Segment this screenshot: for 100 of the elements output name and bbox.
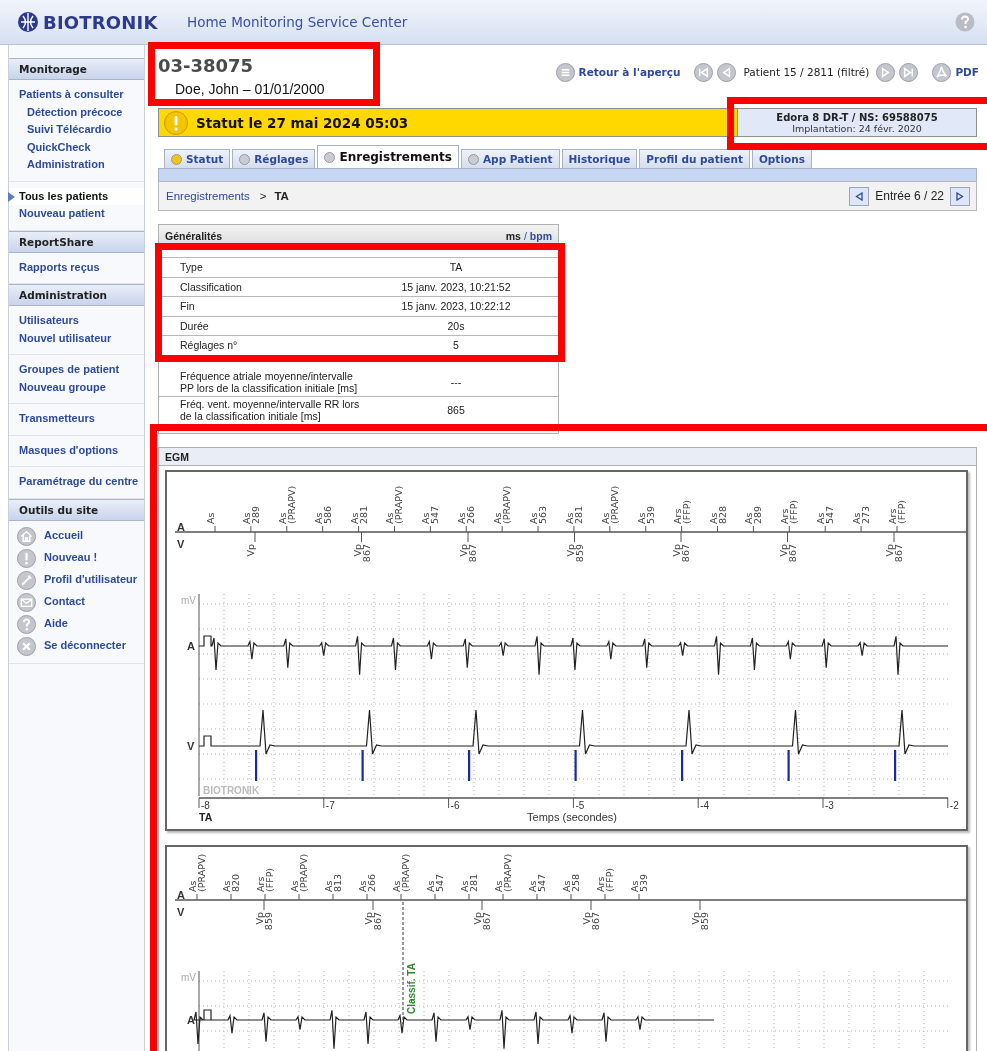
marker-label: As 258 (561, 873, 581, 892)
marker-label: As 547 (425, 873, 445, 892)
field-label: Fréquence atriale moyenne/intervalle PP lors de la classification initiale [ms] (180, 368, 359, 396)
marker-label: Ars (FFP) (887, 499, 907, 524)
previous-entry-button[interactable] (849, 186, 870, 206)
field-label: Durée (180, 318, 210, 333)
next-icon[interactable] (876, 62, 896, 82)
marker-label: As 539 (629, 873, 649, 892)
app-title: Home Monitoring Service Center (187, 14, 408, 30)
sidebar-link[interactable]: Nouveau ! (38, 549, 98, 567)
pencil-icon[interactable] (17, 570, 36, 590)
marker-label: Vp 867 (351, 544, 372, 563)
pdf-link[interactable]: PDF (955, 66, 979, 78)
classification-annotation: Classif. TA (406, 963, 417, 1014)
episode-label: TA (199, 811, 213, 823)
implant-date: Implantation: 24 févr. 2020 (792, 122, 922, 134)
sidebar-link[interactable]: Accueil (38, 527, 84, 545)
marker-label: As 266 (456, 505, 477, 524)
marker-label: Vp 867 (581, 912, 601, 931)
sidebar-link[interactable]: Utilisateurs (9, 312, 144, 330)
breadcrumb-link[interactable]: Enregistrements (166, 190, 250, 202)
sidebar-link[interactable]: Groupes de patient (9, 361, 144, 379)
previous-icon[interactable] (717, 62, 737, 82)
marker-label: As (PRAPV) (276, 485, 297, 524)
entry-counter: Entrée 6 / 22 (875, 189, 944, 203)
channel-label: A (177, 521, 185, 533)
marker-label: As 273 (851, 505, 872, 524)
marker-label: Vp 867 (671, 544, 691, 563)
marker-label: As 828 (707, 505, 728, 524)
tab[interactable]: Enregistrements (317, 145, 459, 168)
right-triangle-icon (956, 191, 964, 201)
patient-id: 03-38075 (158, 55, 255, 76)
sidebar-link[interactable]: Aide (38, 615, 68, 633)
field-label: Réglages n° (180, 338, 239, 353)
marker-label: As 266 (357, 873, 377, 892)
marker-label: Vp 867 (472, 912, 492, 931)
marker-label: As 586 (312, 505, 333, 524)
marker-label: As 281 (563, 505, 584, 524)
sidebar-link[interactable]: QuickCheck (9, 138, 144, 156)
tick-label: -5 (575, 800, 585, 811)
marker-label: As (PRAPV) (187, 853, 207, 892)
close-icon[interactable] (17, 636, 36, 656)
section-heading: ReportShare (9, 230, 144, 253)
field-value: 865 (446, 404, 466, 416)
section-heading: Administration (9, 284, 144, 306)
tab[interactable]: App Patient (461, 149, 560, 168)
marker-label: As (PRAPV) (493, 853, 513, 892)
tab[interactable]: Historique (561, 149, 638, 168)
home-icon[interactable] (17, 526, 36, 546)
sidebar-link[interactable]: Nouveau groupe (9, 378, 144, 396)
sidebar-link[interactable]: Nouveau patient (9, 205, 144, 223)
marker-label: Vp 867 (363, 912, 383, 931)
sidebar-link[interactable]: Nouvel utilisateur (9, 329, 144, 347)
sidebar-link[interactable]: Suivi Télécardio (9, 121, 144, 139)
marker-label: As (205, 512, 216, 524)
warning-icon (164, 110, 188, 135)
status-title: Statut le 27 mai 2024 05:03 (196, 114, 409, 131)
sidebar-link[interactable]: Contact (38, 593, 85, 611)
sidebar-link[interactable]: Masques d'options (9, 441, 144, 459)
first-icon[interactable] (694, 62, 714, 82)
left-triangle-icon (855, 191, 864, 201)
tab[interactable]: Statut (164, 149, 231, 168)
field-value: 5 (452, 339, 460, 352)
sidebar-link[interactable]: Profil d'utilisateur (38, 571, 138, 589)
marker-label: As (PRAPV) (384, 485, 405, 524)
marker-label: As 281 (459, 873, 479, 892)
tick-label: -4 (700, 800, 710, 811)
marker-label: Vp 867 (884, 544, 904, 563)
sidebar-link[interactable]: Tous les patients (9, 187, 144, 205)
field-label: Fréq. vent. moyenne/intervalle RR lors de la classification initiale [ms] (180, 396, 360, 424)
device-name: Edora 8 DR-T / NS: 69588075 (776, 111, 938, 123)
marker-label: Ars (FFP) (255, 867, 275, 892)
exclamation-icon[interactable] (17, 548, 36, 568)
patient-position: Patient 15 / 2811 (filtré) (743, 66, 870, 78)
sidebar-link[interactable]: Transmetteurs (9, 410, 144, 428)
marker-label: As 820 (221, 873, 241, 892)
marker-label: Vp 859 (690, 912, 710, 931)
pdf-icon[interactable] (932, 62, 952, 82)
next-entry-button[interactable] (950, 186, 970, 206)
marker-label: Vp (245, 544, 256, 557)
panel-title: EGM (159, 448, 976, 466)
back-link[interactable]: Retour à l'aperçu (578, 66, 681, 78)
help-icon[interactable] (955, 12, 975, 32)
tick-label: -8 (201, 800, 210, 811)
tab[interactable]: Profil du patient (639, 149, 750, 168)
marker-label: As (PRAPV) (599, 485, 620, 524)
help-icon[interactable] (17, 614, 36, 634)
sidebar-link[interactable]: Paramétrage du centre (9, 473, 144, 491)
unit-link[interactable]: bpm (529, 230, 552, 242)
sidebar-link[interactable]: Administration (9, 156, 144, 174)
list-icon[interactable] (555, 62, 575, 82)
breadcrumb-current: TA (274, 190, 289, 202)
tab[interactable]: Réglages (232, 149, 316, 168)
field-label: Type (180, 260, 204, 275)
sidebar-link[interactable]: Détection précoce (9, 103, 144, 121)
sidebar-link[interactable]: Se déconnecter (38, 637, 126, 655)
last-icon[interactable] (899, 62, 919, 82)
envelope-icon[interactable] (17, 592, 36, 612)
sidebar-link[interactable]: Patients à consulter (9, 86, 144, 104)
sidebar-link[interactable]: Rapports reçus (9, 258, 144, 276)
